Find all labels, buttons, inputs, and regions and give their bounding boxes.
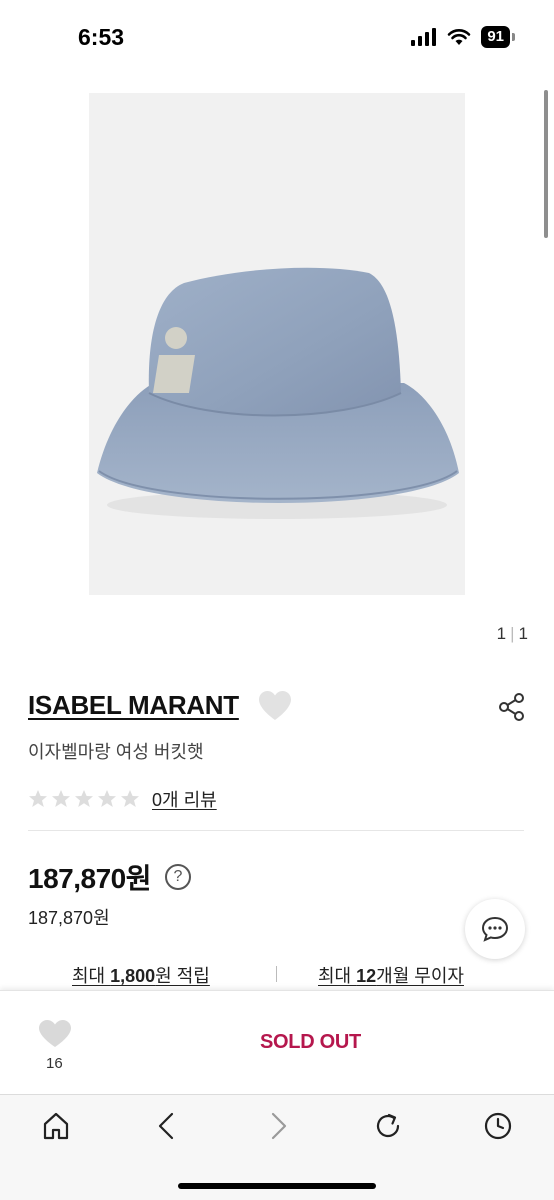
reload-icon[interactable]	[373, 1111, 403, 1141]
installment-benefit-link[interactable]: 최대 12개월 무이자	[318, 962, 464, 988]
star-icon	[98, 790, 116, 807]
price-help-icon[interactable]: ?	[164, 864, 191, 890]
star-icon	[52, 790, 70, 807]
brand-row: ISABEL MARANT	[28, 688, 526, 728]
brand-link[interactable]: ISABEL MARANT	[28, 690, 239, 721]
points-amount: 1,800	[110, 966, 156, 986]
page-scrollbar[interactable]	[544, 90, 548, 238]
review-link[interactable]: 0개 리뷰	[152, 786, 217, 812]
sold-out-button[interactable]: SOLD OUT	[260, 1031, 361, 1054]
points-prefix: 최대	[72, 966, 111, 986]
product-title: 이자벨마랑 여성 버킷햇	[28, 742, 204, 762]
image-current: 1	[496, 624, 507, 643]
product-image[interactable]	[89, 93, 465, 595]
price-main: 187,870원	[28, 863, 151, 894]
price-row: 187,870원 ?	[28, 857, 191, 897]
battery-level: 91	[487, 28, 504, 45]
signal-icon	[411, 28, 437, 46]
status-bar: 6:53 91	[0, 0, 554, 76]
benefit-row: 최대 1,800원 적립 최대 12개월 무이자	[0, 960, 554, 990]
star-icon	[29, 790, 47, 807]
points-suffix: 원 적립	[155, 966, 210, 986]
installment-months: 12	[356, 966, 377, 986]
share-icon[interactable]	[498, 692, 526, 722]
purchase-bar: 16 SOLD OUT	[0, 990, 554, 1094]
rating-row: 0개 리뷰	[28, 786, 217, 812]
brand-favorite-heart-icon[interactable]	[258, 690, 292, 722]
back-icon[interactable]	[152, 1111, 182, 1141]
image-counter: 1 | 1	[496, 624, 528, 643]
divider	[28, 830, 524, 831]
price-sub: 187,870원	[28, 908, 110, 928]
home-icon[interactable]	[41, 1111, 71, 1141]
rating-stars	[28, 789, 140, 809]
star-icon	[121, 790, 139, 807]
home-indicator	[178, 1183, 376, 1189]
installment-suffix: 개월 무이자	[376, 966, 464, 986]
forward-icon[interactable]	[263, 1111, 293, 1141]
star-icon	[75, 790, 93, 807]
status-icons: 91	[411, 26, 515, 48]
browser-toolbar	[0, 1094, 554, 1200]
history-icon[interactable]	[483, 1111, 513, 1141]
battery-icon: 91	[481, 26, 515, 48]
points-benefit-link[interactable]: 최대 1,800원 적립	[72, 962, 210, 988]
like-heart-icon[interactable]	[38, 1019, 72, 1049]
wifi-icon	[448, 29, 471, 45]
image-total: 1	[518, 624, 528, 643]
status-time: 6:53	[78, 24, 125, 50]
benefit-separator	[276, 966, 277, 982]
installment-prefix: 최대	[318, 966, 357, 986]
like-count: 16	[46, 1055, 63, 1072]
bucket-hat-image	[97, 267, 459, 519]
chat-icon	[481, 916, 509, 942]
chat-button[interactable]	[465, 899, 525, 959]
